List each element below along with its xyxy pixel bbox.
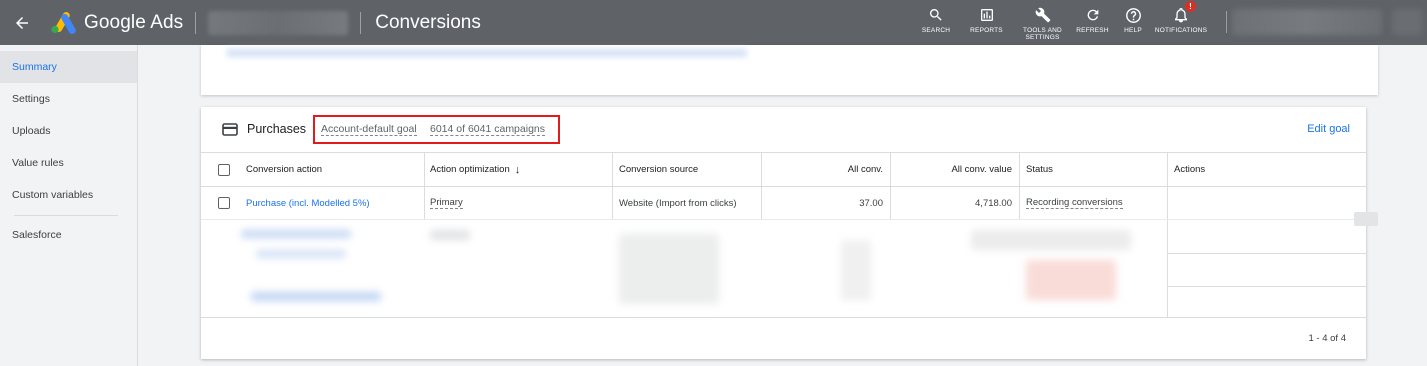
- conversion-action-link[interactable]: Purchase (incl. Modelled 5%): [246, 187, 370, 219]
- divider: [195, 11, 197, 34]
- notification-badge: !: [1185, 1, 1196, 12]
- goal-card: Purchases Account-default goal 6014 of 6…: [201, 107, 1366, 359]
- status-value[interactable]: Recording conversions: [1026, 187, 1123, 219]
- account-info-redacted[interactable]: [1232, 9, 1382, 35]
- google-ads-logo-icon: [50, 11, 76, 34]
- top-bar: Google Ads Conversions SEARCH REPORTS TO…: [0, 0, 1427, 45]
- redacted-content: [619, 234, 719, 304]
- sidebar: Summary Settings Uploads Value rules Cus…: [0, 45, 138, 366]
- reports-button[interactable]: REPORTS: [958, 0, 1015, 45]
- sidebar-divider: [14, 215, 118, 216]
- all-conv-value: 37.00: [859, 197, 883, 209]
- col-divider: [424, 153, 425, 186]
- goal-card-header: Purchases Account-default goal 6014 of 6…: [201, 107, 1366, 152]
- google-ads-logo[interactable]: Google Ads: [50, 12, 183, 34]
- header-all-conv-value[interactable]: All conv. value: [890, 153, 1012, 186]
- redacted-content: [251, 292, 381, 301]
- table-footer: 1 - 4 of 4: [201, 317, 1366, 359]
- redacted-content: [256, 250, 346, 258]
- sidebar-item-summary[interactable]: Summary: [0, 51, 137, 83]
- redacted-rows: [201, 219, 1366, 317]
- action-optimization-value[interactable]: Primary: [430, 187, 463, 219]
- header-conversion-action[interactable]: Conversion action: [246, 153, 322, 186]
- wrench-icon: [1035, 5, 1051, 25]
- campaigns-count[interactable]: 6014 of 6041 campaigns: [430, 123, 546, 136]
- search-label: SEARCH: [921, 27, 951, 34]
- sidebar-item-settings[interactable]: Settings: [0, 83, 137, 115]
- back-arrow-icon[interactable]: [0, 0, 44, 45]
- row-divider: [1167, 253, 1366, 254]
- header-action-optimization-label: Action optimization: [430, 164, 510, 175]
- pagination-text: 1 - 4 of 4: [1308, 333, 1347, 344]
- reports-icon: [979, 5, 995, 25]
- select-all-checkbox[interactable]: [218, 153, 230, 186]
- sidebar-item-salesforce[interactable]: Salesforce: [0, 220, 137, 250]
- sidebar-item-value-rules[interactable]: Value rules: [0, 147, 137, 179]
- action-optimization-text: Primary: [430, 197, 463, 209]
- redacted-content: [971, 230, 1131, 250]
- header-actions: Actions: [1174, 164, 1206, 175]
- edit-goal-link[interactable]: Edit goal: [1307, 123, 1350, 135]
- goal-title: Purchases: [247, 122, 307, 136]
- col-divider: [1167, 187, 1168, 219]
- col-divider: [1019, 153, 1020, 186]
- help-label: HELP: [1124, 27, 1142, 34]
- search-button[interactable]: SEARCH: [914, 0, 958, 45]
- header-status[interactable]: Status: [1026, 153, 1053, 186]
- redacted-content: [241, 230, 351, 238]
- refresh-label: REFRESH: [1076, 27, 1109, 34]
- sidebar-item-uploads[interactable]: Uploads: [0, 115, 137, 147]
- header-conversion-source[interactable]: Conversion source: [619, 153, 698, 186]
- sidebar-item-custom-variables[interactable]: Custom variables: [0, 179, 137, 211]
- search-icon: [928, 5, 944, 25]
- credit-card-icon: [222, 123, 238, 141]
- sort-arrow-down-icon: ↓: [514, 163, 521, 176]
- col-divider: [1019, 187, 1020, 219]
- redacted-content: [227, 49, 747, 57]
- all-conv-value-amount: 4,718.00: [975, 197, 1012, 209]
- row-divider: [1167, 286, 1366, 287]
- divider: [1226, 11, 1227, 33]
- page-title: Conversions: [375, 11, 481, 33]
- help-button[interactable]: HELP: [1115, 0, 1151, 45]
- row-checkbox[interactable]: [218, 187, 230, 219]
- col-divider: [424, 187, 425, 219]
- tools-and-settings-label: TOOLS AND SETTINGS: [1023, 27, 1062, 41]
- toolbar: SEARCH REPORTS TOOLS AND SETTINGS REFRES…: [914, 0, 1211, 45]
- redacted-content: [430, 230, 470, 240]
- col-divider: [612, 153, 613, 186]
- reports-label: REPORTS: [970, 27, 1003, 34]
- header-all-conv[interactable]: All conv.: [761, 153, 883, 186]
- notifications-label: NOTIFICATIONS: [1154, 27, 1208, 34]
- col-divider: [1167, 153, 1168, 186]
- default-goal-label[interactable]: Account-default goal: [321, 123, 417, 136]
- redacted-content: [841, 240, 871, 300]
- redacted-content: [1026, 260, 1116, 300]
- divider: [360, 11, 362, 34]
- col-divider: [1167, 220, 1168, 317]
- account-selector-redacted[interactable]: [208, 10, 349, 35]
- table-row: Purchase (incl. Modelled 5%) Primary Web…: [201, 186, 1366, 219]
- help-icon: [1125, 5, 1142, 25]
- app-name: Google Ads: [84, 11, 184, 33]
- col-divider: [612, 187, 613, 219]
- refresh-button[interactable]: REFRESH: [1070, 0, 1115, 45]
- tools-and-settings-button[interactable]: TOOLS AND SETTINGS: [1015, 0, 1070, 45]
- conversion-source-value: Website (Import from clicks): [619, 197, 737, 209]
- redacted-chip: [1354, 212, 1378, 226]
- refresh-icon: [1085, 5, 1101, 25]
- summary-card-redacted: [201, 45, 1378, 95]
- notifications-button[interactable]: ! NOTIFICATIONS: [1151, 0, 1211, 45]
- avatar-redacted[interactable]: [1392, 9, 1422, 35]
- header-action-optimization[interactable]: Action optimization ↓: [430, 153, 520, 186]
- table-header: Conversion action Action optimization ↓ …: [201, 152, 1366, 186]
- status-text: Recording conversions: [1026, 197, 1123, 209]
